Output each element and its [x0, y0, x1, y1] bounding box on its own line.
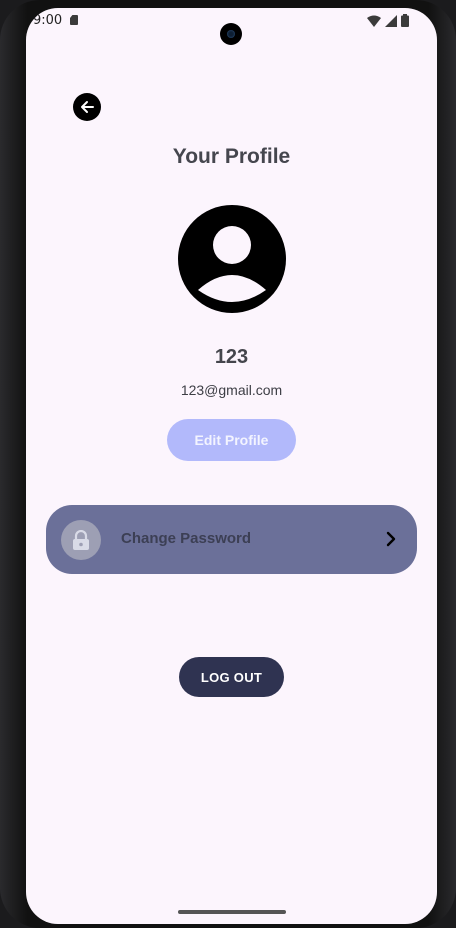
- account-circle-icon: [178, 205, 286, 313]
- front-camera: [220, 23, 242, 45]
- signal-icon: [385, 14, 397, 27]
- page-title: Your Profile: [172, 145, 291, 168]
- status-icons: [367, 14, 409, 27]
- change-password-button[interactable]: Change Password: [46, 505, 417, 574]
- chevron-right-icon: [386, 531, 396, 547]
- status-time: 9:00: [33, 13, 63, 28]
- sim-card-icon: [70, 15, 78, 25]
- back-button[interactable]: [73, 93, 101, 121]
- app-screen: 9:00 Your Profile 123 123@gmail.com Edit…: [26, 8, 437, 924]
- change-password-label: Change Password: [121, 530, 252, 547]
- arrow-back-icon: [81, 101, 94, 113]
- lock-icon-container: [61, 520, 101, 560]
- home-indicator[interactable]: [178, 910, 286, 914]
- profile-email: 123@gmail.com: [180, 382, 283, 398]
- battery-icon: [401, 14, 409, 27]
- profile-name: 123: [214, 346, 249, 368]
- edit-profile-button[interactable]: Edit Profile: [167, 419, 296, 461]
- logout-button[interactable]: LOG OUT: [179, 657, 284, 697]
- lock-icon: [73, 530, 89, 550]
- wifi-icon: [367, 15, 381, 27]
- phone-frame: 9:00 Your Profile 123 123@gmail.com Edit…: [0, 0, 456, 928]
